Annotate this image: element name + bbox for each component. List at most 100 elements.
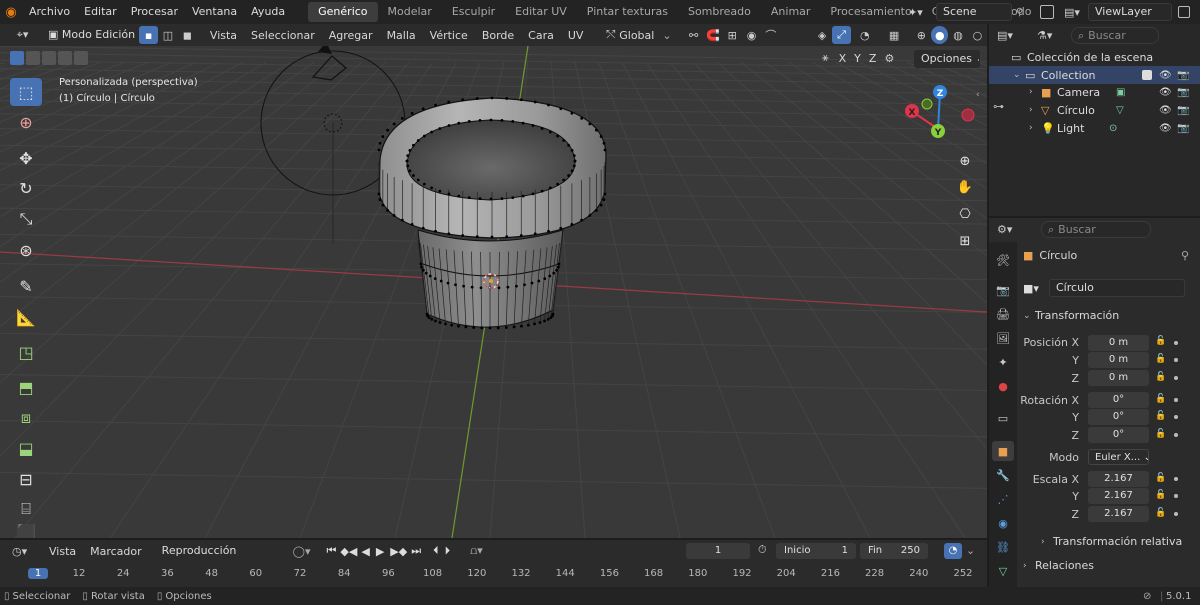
loop-cut-tool[interactable]: ⊟ (10, 465, 42, 493)
viewport-menu-borde[interactable]: Borde (475, 29, 521, 42)
lock-icon[interactable]: 🔓 (1155, 473, 1166, 483)
extrude-tool[interactable]: ⬒ (10, 373, 42, 401)
keyframe-dot-icon[interactable] (1174, 433, 1178, 437)
workspace-tab-procesamiento[interactable]: Procesamiento (820, 2, 921, 22)
outliner-item-light[interactable]: › 💡 Light ⊙ 👁 📷 (989, 119, 1200, 137)
auto-keying-icon[interactable]: ◯▾ (293, 545, 311, 558)
perspective-grid-icon[interactable]: ⊞ (953, 229, 977, 253)
menu-editar[interactable]: Editar (77, 0, 124, 24)
lock-icon[interactable]: 🔓 (1155, 372, 1166, 382)
lock-icon[interactable]: 🔓 (1155, 508, 1166, 518)
relations-header[interactable]: › Relaciones (1023, 559, 1094, 572)
snap-icon[interactable]: 🧲 (703, 26, 722, 44)
lock-icon[interactable]: 🔓 (1155, 354, 1166, 364)
pivot-icon[interactable]: ⚯ (684, 26, 703, 44)
editor-type-icon[interactable]: ⌖▾ (8, 26, 37, 44)
light-data-icon[interactable]: ⊙ (1109, 123, 1117, 134)
menu-ayuda[interactable]: Ayuda (244, 0, 292, 24)
timeline-editor-icon[interactable]: ◷▾ (12, 545, 42, 558)
rotate-tool[interactable]: ↻ (10, 174, 42, 202)
collection-exclude-checkbox[interactable] (1142, 70, 1152, 80)
collection-tab-icon[interactable]: ▭ (992, 408, 1014, 428)
viewport-options-dropdown[interactable]: Opciones ⌄ (914, 50, 980, 68)
physics-tab-icon[interactable]: ◉ (992, 513, 1014, 533)
workspace-tab-sombreado[interactable]: Sombreado (678, 2, 761, 22)
xray-icon[interactable]: ▦ (884, 26, 903, 44)
pan-hand-icon[interactable]: ✋ (953, 175, 977, 199)
gizmo-neg-x-icon[interactable] (961, 108, 975, 122)
vertex-select-icon[interactable]: ▪ (138, 26, 159, 44)
scene-tab-icon[interactable]: ✦ (992, 352, 1014, 372)
rotation-z-field[interactable]: 0° (1088, 427, 1149, 443)
outliner-search-input[interactable]: ⌕ Buscar (1071, 27, 1159, 44)
proportional-edit-icon[interactable]: ◉ (742, 26, 761, 44)
viewport-menu-seleccionar[interactable]: Seleccionar (244, 29, 322, 42)
delta-transform-header[interactable]: › Transformación relativa (1041, 535, 1182, 548)
menu-archivo[interactable]: Archivo (22, 0, 77, 24)
visibility-icon[interactable]: ◈ (813, 26, 832, 44)
mirror-x-toggle[interactable]: X (835, 52, 851, 65)
scale-tool[interactable]: ⤡ (10, 205, 42, 233)
chevron-down-icon[interactable]: ⌄ (966, 544, 975, 557)
move-tool[interactable]: ✥ (10, 144, 42, 172)
mirror-options-icon[interactable]: ⚙ (884, 52, 894, 65)
location-y-field[interactable]: 0 m (1088, 352, 1149, 368)
keyframe-dot-icon[interactable] (1174, 358, 1178, 362)
next-frame-icon[interactable]: ⏵ (445, 544, 451, 558)
jump-next-key-icon[interactable]: ▶◆ (390, 545, 407, 558)
workspace-tab-esculpir[interactable]: Esculpir (442, 2, 505, 22)
keyframe-dot-icon[interactable] (1174, 341, 1178, 345)
falloff-icon[interactable]: ⌒ (761, 26, 780, 44)
3d-viewport[interactable]: X Z Y ⌖▾ ▣ Modo Edición ▪ ◫ ◼ Vista Sele… (0, 24, 987, 538)
modifiers-tab-icon[interactable]: 🔧 (992, 465, 1014, 485)
rendered-shading-icon[interactable]: ○ (968, 26, 987, 44)
keyframe-dot-icon[interactable] (1174, 477, 1178, 481)
pin-icon[interactable]: ⚲ (1016, 7, 1023, 18)
workspace-tab-modelar[interactable]: Modelar (378, 2, 442, 22)
viewport-menu-cara[interactable]: Cara (521, 29, 561, 42)
camera-visibility-icon[interactable]: 👁 (1159, 87, 1172, 98)
scene-selector[interactable]: ✦▾ Scene ⚲ (908, 3, 1032, 21)
select-extend-icon[interactable] (26, 51, 40, 65)
blender-logo-icon[interactable]: ◉ (0, 5, 22, 20)
overlays-icon[interactable]: ◔ (855, 26, 874, 44)
viewport-menu-malla[interactable]: Malla (380, 29, 423, 42)
workspace-tab-editar-uv[interactable]: Editar UV (505, 2, 577, 22)
mesh-data-icon[interactable]: ▽ (1116, 105, 1124, 116)
face-select-icon[interactable]: ◼ (178, 26, 197, 44)
camera-object[interactable] (311, 55, 347, 81)
object-browse-icon[interactable]: ■▾ (1023, 282, 1049, 295)
collection-render-icon[interactable]: 📷 (1177, 70, 1189, 81)
select-subtract-icon[interactable] (42, 51, 56, 65)
scale-z-field[interactable]: 2.167 (1088, 506, 1149, 522)
timeline-settings-icon[interactable]: ◔ (944, 543, 962, 559)
camera-data-icon[interactable]: ▣ (1116, 87, 1125, 98)
select-box-tool[interactable]: ⬚ (10, 78, 42, 106)
zoom-icon[interactable]: ⊕ (953, 149, 977, 173)
rotation-x-field[interactable]: 0° (1088, 392, 1149, 408)
gizmo-toggle-icon[interactable]: ⤢ (831, 26, 852, 44)
add-cube-tool[interactable]: ◳ (10, 338, 42, 366)
circulo-visibility-icon[interactable]: 👁 (1159, 105, 1172, 116)
pin-icon[interactable]: ⚲ (1181, 249, 1189, 262)
output-tab-icon[interactable]: 🖨 (992, 304, 1014, 324)
keyframe-dot-icon[interactable] (1174, 512, 1178, 516)
select-new-icon[interactable] (10, 51, 24, 65)
keyframe-dot-icon[interactable] (1174, 376, 1178, 380)
annotate-tool[interactable]: ✎ (10, 272, 42, 300)
circulo-render-icon[interactable]: 📷 (1177, 105, 1189, 116)
orientation-selector[interactable]: ⤲ Global ⌄ (606, 28, 676, 42)
particles-tab-icon[interactable]: ⋰ (992, 489, 1014, 509)
lock-icon[interactable]: 🔓 (1155, 429, 1166, 439)
rotation-y-field[interactable]: 0° (1088, 409, 1149, 425)
viewport-menu-vista[interactable]: Vista (203, 29, 244, 42)
outliner-item-camera[interactable]: › ■ Camera ▣ 👁 📷 (989, 83, 1200, 101)
object-tab-icon[interactable]: ■ (992, 441, 1014, 461)
lock-icon[interactable]: 🔓 (1155, 411, 1166, 421)
constraints-tab-icon[interactable]: ⛓ (992, 537, 1014, 557)
properties-search-input[interactable]: ⌕ Buscar (1041, 221, 1151, 238)
light-visibility-icon[interactable]: 👁 (1159, 123, 1172, 134)
jump-end-icon[interactable]: ⏭ (411, 544, 421, 558)
object-name-field[interactable]: Círculo (1049, 279, 1185, 297)
wireframe-shading-icon[interactable]: ⊕ (912, 26, 931, 44)
